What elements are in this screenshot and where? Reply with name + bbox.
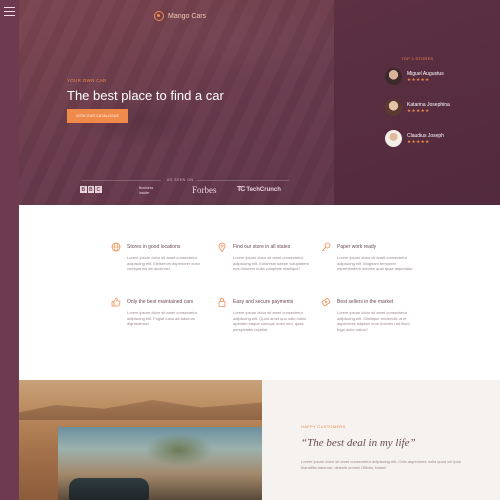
techcrunch-mark: TC — [237, 186, 245, 193]
techcrunch-logo: TC TechCrunch — [237, 186, 281, 193]
page: Mango Cars YOUR OWN CAR The best place t… — [0, 0, 500, 500]
feature-title: Stores in good locations — [127, 244, 181, 250]
brand-name: Mango Cars — [168, 12, 207, 20]
testimonial-quote: “The best deal in my life” — [301, 437, 416, 449]
bbc-logo-letter: B — [87, 186, 94, 193]
reviewer-item[interactable]: Claudius Joseph ★★★★★ — [385, 130, 444, 147]
feature-title: Paper work ready — [337, 244, 377, 250]
feature-description: Lorem ipsum dolor sit amet consectetur a… — [127, 255, 201, 271]
hamburger-menu-icon[interactable] — [4, 7, 15, 17]
feature-item: Only the best maintained cars Lorem ipsu… — [111, 297, 206, 327]
feature-item: Best sellers in the market Lorem ipsum d… — [321, 297, 416, 332]
feature-description: Lorem ipsum dolor sit amet consectetur a… — [337, 310, 410, 332]
bbc-logo-letter: B — [80, 186, 87, 193]
feature-item: Paper work ready Lorem ipsum dolor sit a… — [321, 242, 416, 272]
star-rating: ★★★★★ — [407, 138, 430, 144]
desert-photo — [19, 380, 262, 500]
hills-image — [19, 400, 262, 420]
view-catalogue-button[interactable]: VIEW OUR CATALOGUE — [67, 109, 128, 123]
globe-icon — [111, 242, 121, 252]
star-rating: ★★★★★ — [407, 76, 430, 82]
reviews-label: TOP 3 STORES — [401, 56, 434, 61]
avatar — [385, 68, 402, 85]
featured-label: AS SEEN ON — [167, 178, 194, 182]
reviewer-item[interactable]: Katarina Josephina ★★★★★ — [385, 99, 450, 116]
testimonial-label: HAPPY CUSTOMERS — [301, 424, 346, 429]
tree-image — [134, 430, 224, 470]
feature-title: Easy and secure payments — [233, 299, 294, 305]
star-rating: ★★★★★ — [407, 107, 430, 113]
feature-item: Easy and secure payments Lorem ipsum dol… — [217, 297, 312, 332]
car-image — [69, 478, 149, 500]
feature-item: Stores in good locations Lorem ipsum dol… — [111, 242, 206, 272]
avatar — [385, 130, 402, 147]
feature-description: Lorem ipsum dolor sit amet consectetur a… — [233, 255, 309, 271]
tag-icon — [321, 297, 331, 307]
feature-description: Lorem ipsum dolor sit amet consectetur a… — [127, 310, 198, 326]
testimonial-section: HAPPY CUSTOMERS “The best deal in my lif… — [262, 380, 500, 500]
thumbs-up-icon — [111, 297, 121, 307]
brand-logo-icon — [154, 11, 164, 21]
hero-eyebrow: YOUR OWN CAR — [67, 78, 107, 83]
feature-title: Only the best maintained cars — [127, 299, 194, 305]
reviewer-name: Katarina Josephina — [407, 101, 450, 108]
lock-icon — [217, 297, 227, 307]
feature-item: Find our store in all states Lorem ipsum… — [217, 242, 312, 272]
left-rail — [0, 0, 19, 500]
bbc-logo: B B C — [80, 186, 102, 193]
forbes-logo: Forbes — [192, 185, 217, 195]
testimonial-body: Lorem ipsum dolor sit amet consectetur a… — [301, 459, 461, 470]
avatar — [385, 99, 402, 116]
feature-description: Lorem ipsum dolor sit amet consectetur a… — [233, 310, 307, 332]
feature-title: Best sellers in the market — [337, 299, 394, 305]
reviewer-name: Claudius Joseph — [407, 132, 444, 139]
business-insider-logo: Business Insider — [139, 186, 154, 195]
key-icon — [321, 242, 331, 252]
feature-description: Lorem ipsum dolor sit amet consectetur a… — [337, 255, 414, 271]
techcrunch-text: TechCrunch — [246, 186, 281, 193]
feature-title: Find our store in all states — [233, 244, 291, 250]
map-pin-icon — [217, 242, 227, 252]
hero-section: Mango Cars YOUR OWN CAR The best place t… — [19, 0, 500, 205]
reviewer-item[interactable]: Miguel Augustus ★★★★★ — [385, 68, 444, 85]
features-section: Stores in good locations Lorem ipsum dol… — [19, 205, 500, 380]
bbc-logo-letter: C — [95, 186, 102, 193]
brand[interactable]: Mango Cars — [154, 11, 206, 21]
hero-title: The best place to find a car — [67, 88, 224, 103]
divider — [81, 180, 161, 181]
reviewer-name: Miguel Augustus — [407, 70, 444, 77]
divider — [197, 180, 289, 181]
